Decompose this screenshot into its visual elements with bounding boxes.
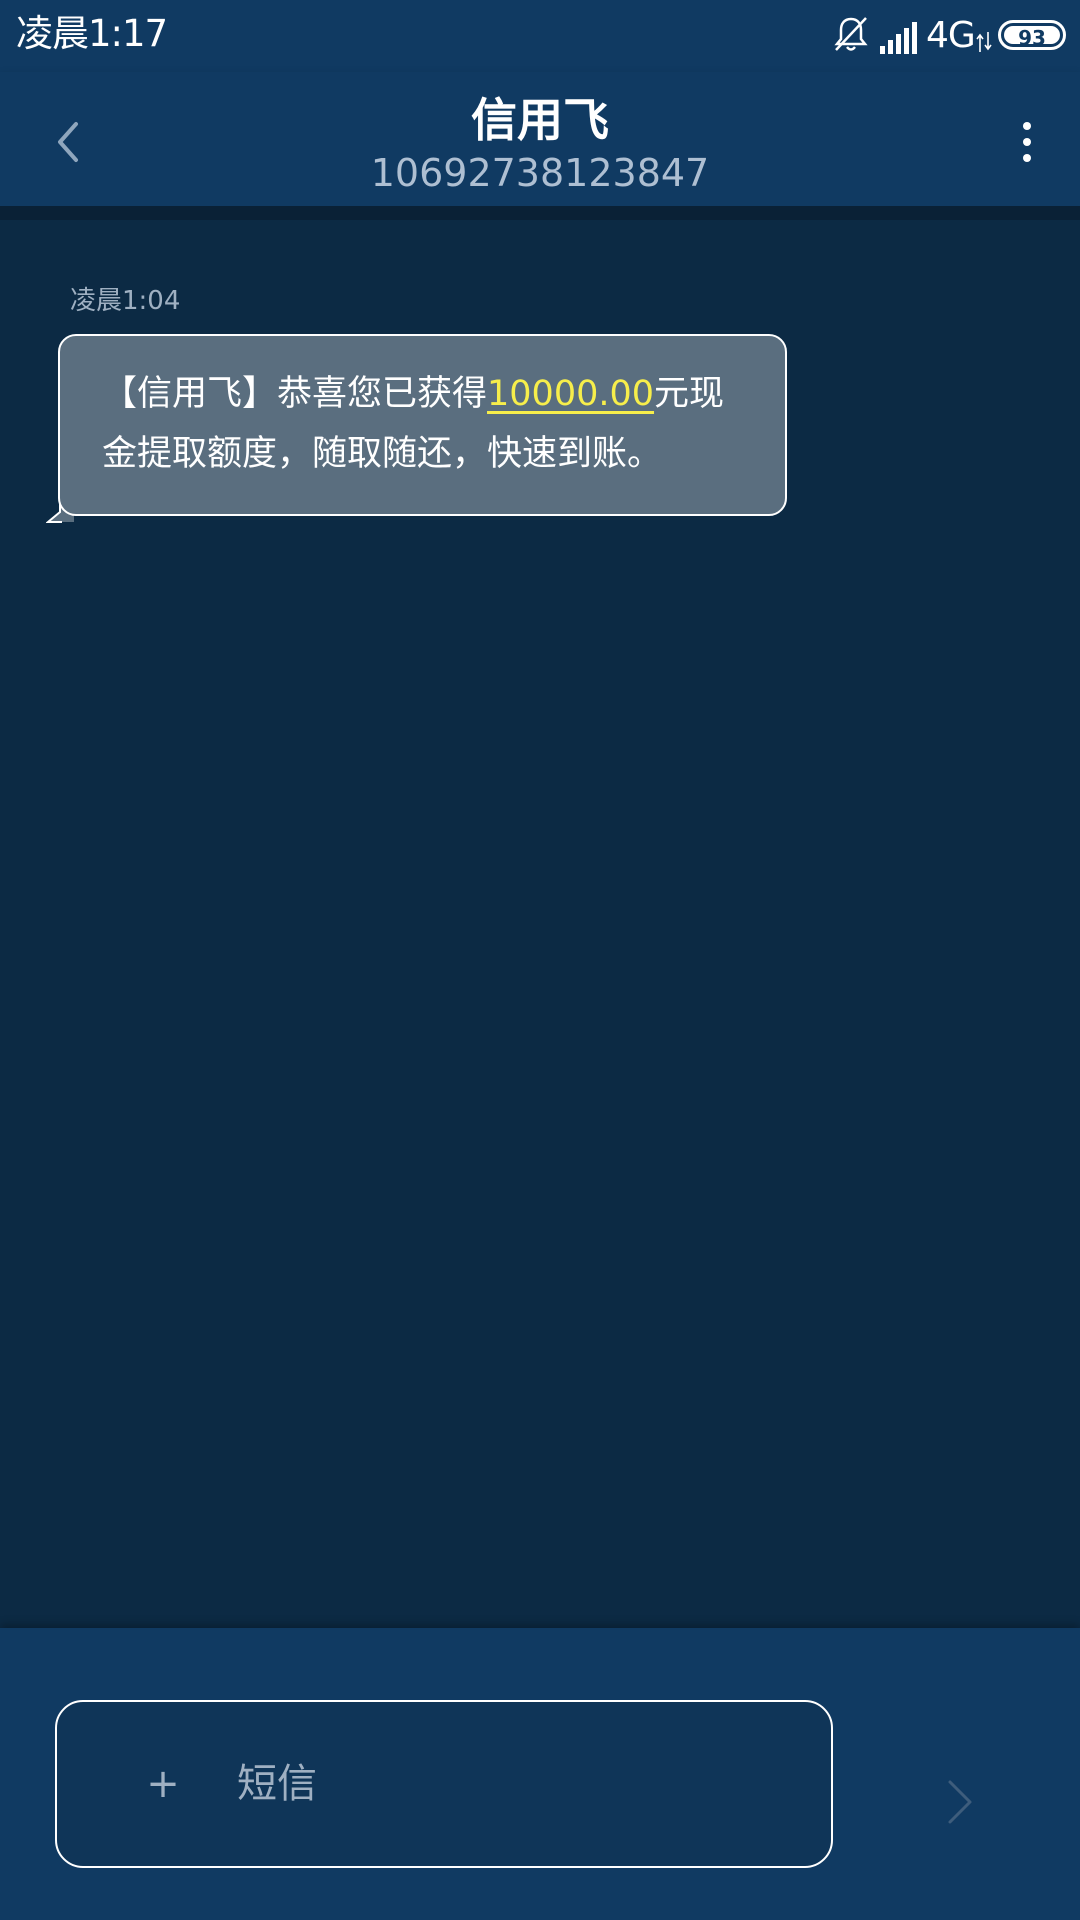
conversation-header: 信用飞 10692738123847 (0, 72, 1080, 206)
compose-bar: + (0, 1628, 1080, 1920)
mute-icon (834, 17, 868, 51)
message-list[interactable]: 凌晨1:04 【信用飞】恭喜您已获得10000.00元现金提取额度，随取随还，快… (0, 220, 1080, 1628)
sms-input[interactable] (237, 1752, 797, 1816)
amount-link[interactable]: 10000.00 (487, 374, 654, 414)
message-bubble[interactable]: 【信用飞】恭喜您已获得10000.00元现金提取额度，随取随还，快速到账。 (58, 334, 787, 516)
contact-name: 信用飞 (471, 93, 609, 147)
message-timestamp: 凌晨1:04 (70, 286, 181, 316)
compose-box[interactable]: + (55, 1700, 833, 1868)
network-type: 4G (926, 15, 976, 56)
send-icon[interactable] (930, 1762, 990, 1842)
contact-number: 10692738123847 (370, 151, 710, 195)
status-time: 凌晨1:17 (16, 12, 168, 55)
signal-icon (880, 22, 917, 54)
more-icon[interactable] (1002, 112, 1052, 172)
message-text-start: 【信用飞】恭喜您已获得 (102, 374, 488, 414)
attach-button[interactable]: + (135, 1756, 191, 1812)
battery-icon: 93 (998, 20, 1066, 50)
net-arrows-icon (976, 32, 992, 52)
header-divider (0, 206, 1080, 220)
battery-level: 93 (1018, 26, 1046, 50)
sms-conversation-screen: 凌晨1:17 4G 93 信用飞 10692738123847 凌晨1:04 【… (0, 0, 1080, 1920)
status-bar: 凌晨1:17 4G 93 (0, 0, 1080, 72)
